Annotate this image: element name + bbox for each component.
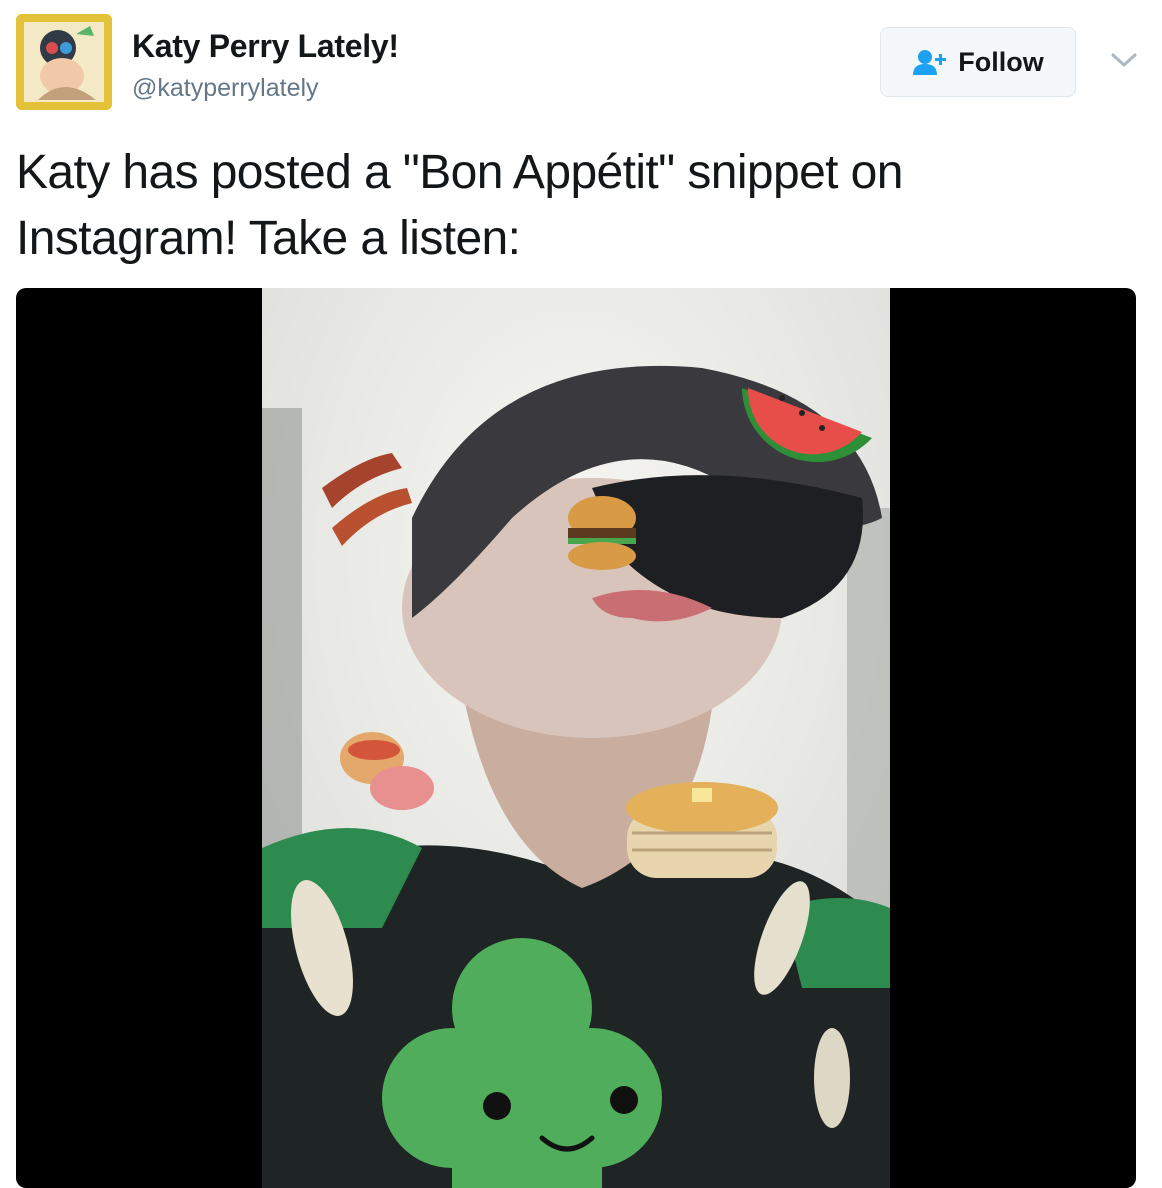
user-handle[interactable]: @katyperrylately (132, 74, 319, 103)
follow-button[interactable]: Follow (880, 27, 1076, 97)
video-frame (262, 288, 890, 1188)
follow-label: Follow (958, 46, 1044, 77)
tweet-text: Katy has posted a "Bon Appétit" snippet … (16, 146, 903, 265)
chevron-down-icon[interactable] (1110, 50, 1138, 70)
add-user-icon (913, 50, 947, 75)
video-thumbnail (262, 288, 890, 1188)
video-player[interactable] (16, 288, 1136, 1188)
burger-icon (568, 496, 636, 570)
display-name[interactable]: Katy Perry Lately! (132, 28, 399, 65)
avatar-illustration-icon (16, 14, 112, 110)
pancakes-icon (626, 782, 778, 878)
avatar[interactable] (16, 14, 112, 110)
